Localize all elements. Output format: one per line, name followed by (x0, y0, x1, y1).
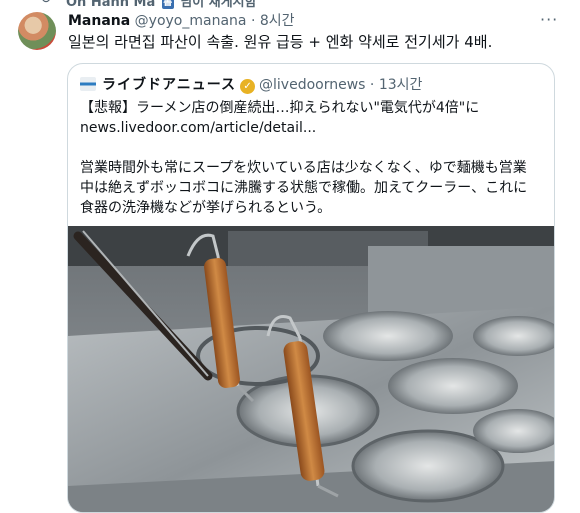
retweeter-name: Oh Hanh Ma (66, 0, 156, 10)
quoted-separator-dot: · (369, 77, 375, 93)
retweeter-badge: 書 (161, 0, 174, 9)
tweet-text: 일본의 라면집 파산이 속출. 원유 급등 + 엔화 약세로 전기세가 4배. (68, 33, 493, 51)
quoted-time[interactable]: 13시간 (379, 77, 423, 93)
quoted-link[interactable]: news.livedoor.com/article/detail... (80, 118, 548, 138)
livedoor-news-logo-icon (80, 77, 96, 91)
more-icon[interactable]: ··· (540, 10, 558, 29)
quoted-tweet-header: ライブドアニュース ✓ @livedoornews · 13시간 (80, 74, 422, 94)
author-handle[interactable]: @yoyo_manana (135, 13, 247, 29)
retweet-suffix: 님이 재게시함 (180, 0, 257, 10)
quoted-link-text[interactable]: news.livedoor.com/article/detail... (80, 120, 316, 136)
quoted-handle[interactable]: @livedoornews (259, 77, 365, 93)
author-name[interactable]: Manana (68, 13, 130, 29)
separator-dot: · (250, 13, 256, 29)
verified-badge-icon: ✓ (240, 79, 256, 94)
quoted-body-line: 中は絶えずボッコボコに沸騰する状態で稼働。加えてクーラー、これに (80, 180, 528, 196)
avatar[interactable] (18, 12, 56, 50)
retweet-bar: ↻ Oh Hanh Ma 書 님이 재게시함 (0, 0, 580, 10)
tweet-header: Manana @yoyo_manana · 8시간 (68, 10, 295, 30)
retweet-icon: ↻ (40, 0, 52, 7)
quoted-body: 営業時間外も常にスープを炊いている店は少なくなく、ゆで麺機も営業 中は絶えずボッ… (80, 158, 548, 218)
retweet-label[interactable]: Oh Hanh Ma 書 님이 재게시함 (66, 0, 257, 10)
quoted-body-line: 食器の洗浄機などが挙げられるという。 (80, 200, 332, 216)
quoted-tweet-card[interactable]: ライブドアニュース ✓ @livedoornews · 13시간 【悲報】ラーメン店… (67, 63, 555, 513)
quoted-body-line: 営業時間外も常にスープを炊いている店は少なくなく、ゆで麺機も営業 (80, 160, 527, 176)
ramen-noodle-boiler-photo[interactable] (68, 226, 555, 513)
quoted-headline: 【悲報】ラーメン店の倒産続出…抑えられない"電気代が4倍"に (80, 100, 480, 116)
tweet-time[interactable]: 8시간 (260, 13, 295, 29)
quoted-source-name[interactable]: ライブドアニュース (102, 77, 236, 93)
